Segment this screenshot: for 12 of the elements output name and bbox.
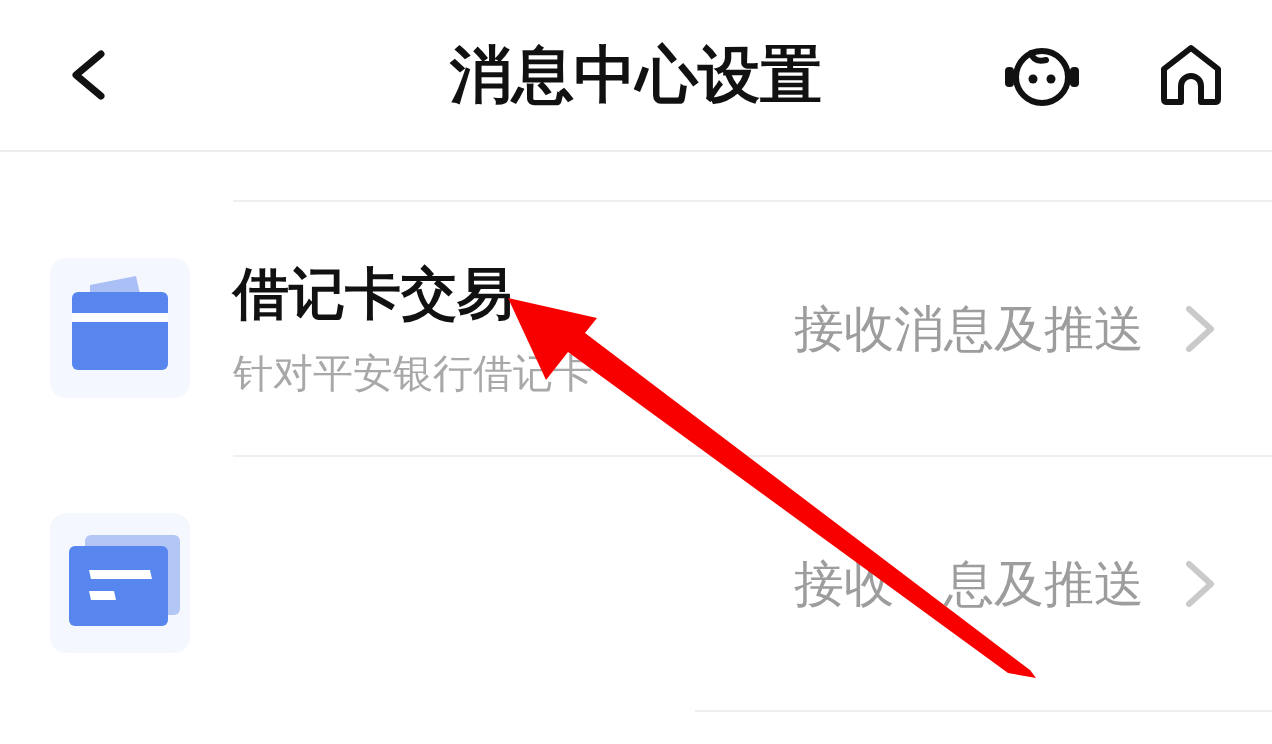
home-button[interactable] <box>1160 44 1222 106</box>
back-button[interactable] <box>70 50 106 100</box>
setting-value: 接收消息及推送 <box>794 298 1144 359</box>
card-icon <box>50 257 190 398</box>
chevron-right-icon <box>1184 559 1216 608</box>
home-icon <box>1160 44 1222 106</box>
item-title: 借记卡交易 <box>233 259 514 328</box>
back-icon <box>70 50 106 100</box>
setting-value: 息及推送 <box>944 553 1144 614</box>
stacked-cards-icon <box>50 512 190 653</box>
page-title: 消息中心设置 <box>450 37 822 113</box>
chevron-right-icon <box>1184 304 1216 353</box>
